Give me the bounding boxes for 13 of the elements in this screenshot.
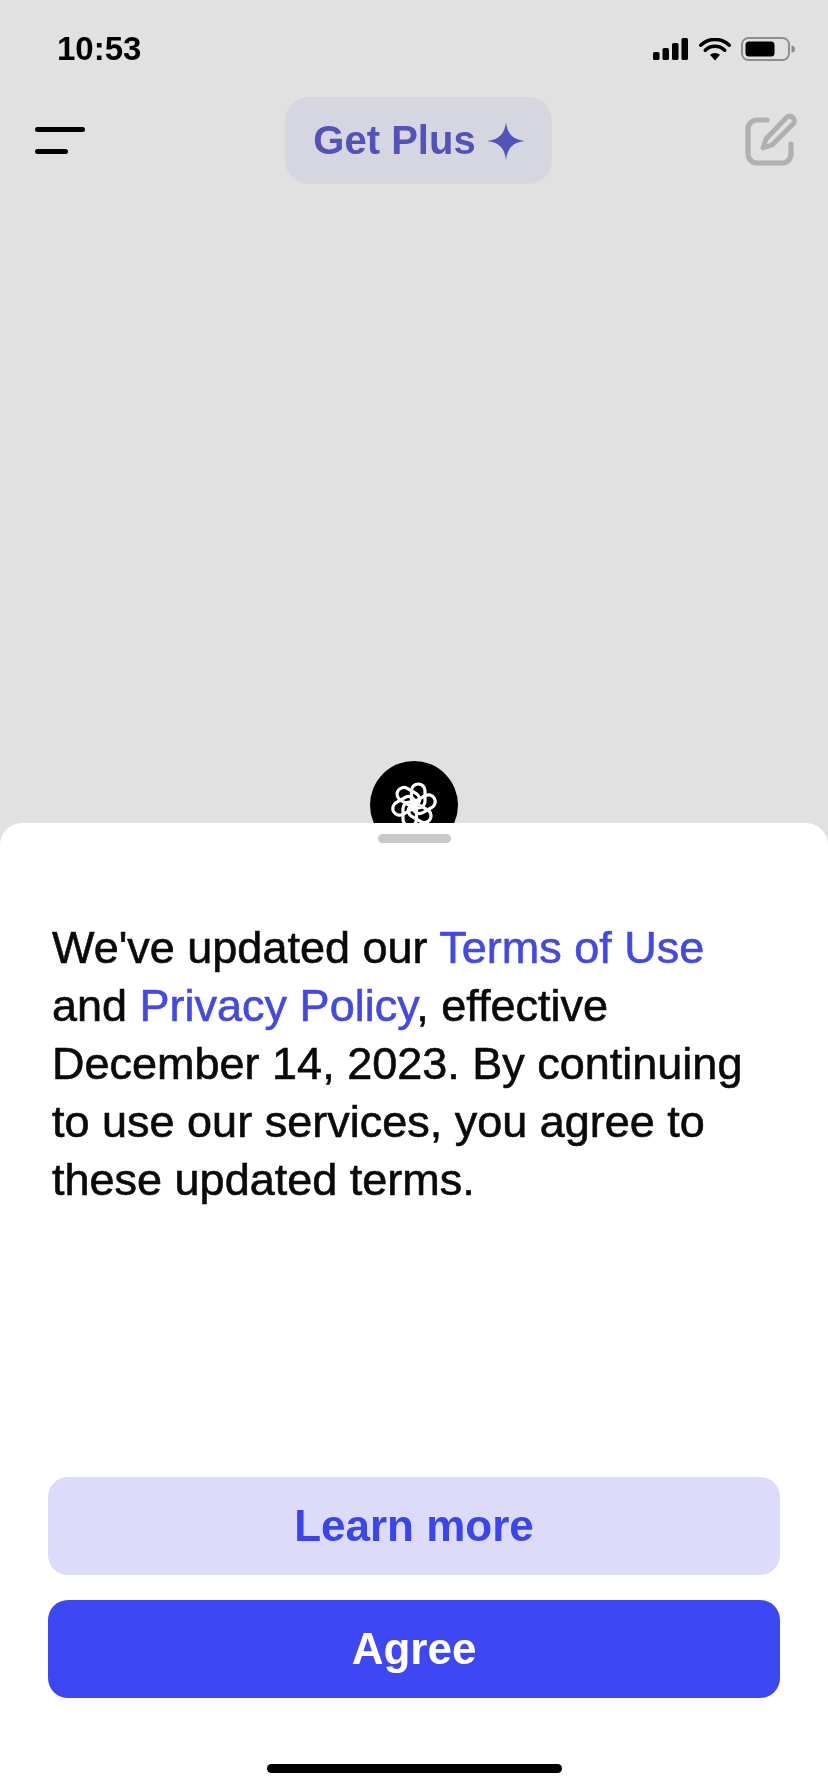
get-plus-button[interactable]: Get Plus bbox=[285, 97, 552, 184]
terms-notice: We've updated our Terms of Use and Privacy Policy, effective December 14, 2023. By continuing to use our services, you agree to these updated terms. bbox=[51, 921, 744, 1207]
battery-icon bbox=[741, 37, 795, 61]
policy-link[interactable]: Privacy Policy bbox=[139, 980, 417, 1031]
agree-button[interactable]: Agree bbox=[48, 1600, 780, 1698]
wifi-icon bbox=[699, 37, 731, 61]
learn-more-button[interactable]: Learn more bbox=[48, 1477, 780, 1575]
status-time: 10:53 bbox=[57, 29, 142, 69]
menu-icon[interactable] bbox=[35, 127, 85, 154]
sparkle-icon bbox=[486, 121, 525, 160]
policy-link[interactable]: Terms of Use bbox=[439, 922, 705, 973]
signal-icon bbox=[653, 38, 689, 60]
drag-handle[interactable] bbox=[377, 834, 451, 843]
